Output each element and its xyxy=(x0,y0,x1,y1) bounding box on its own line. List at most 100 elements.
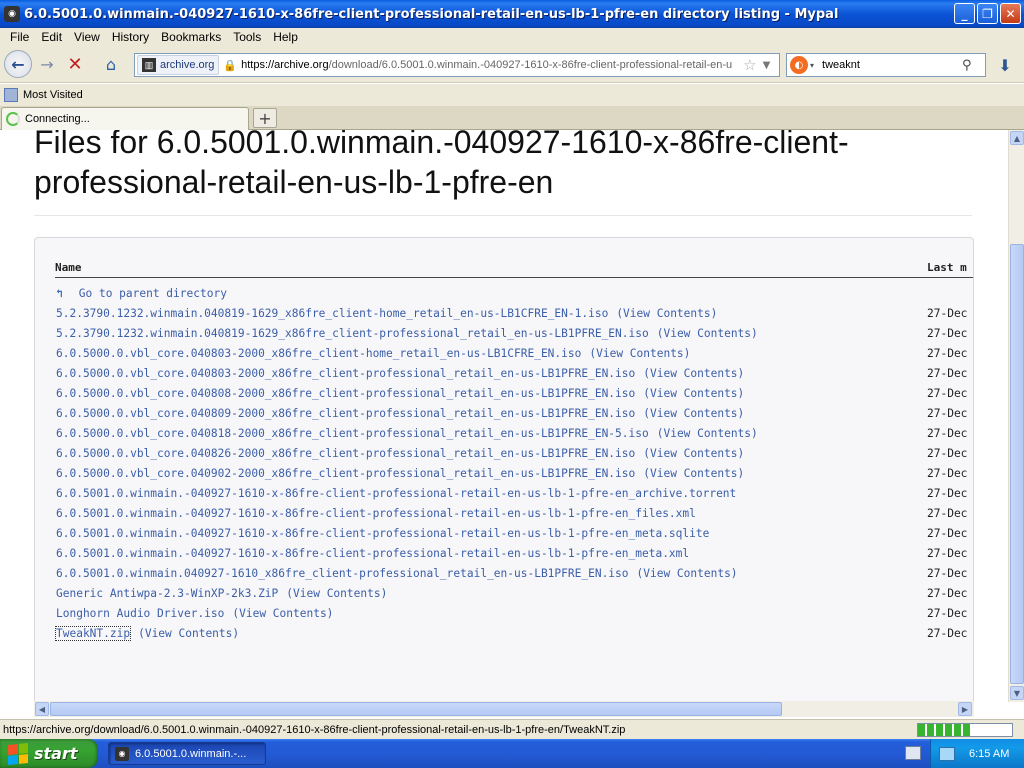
menu-bookmarks[interactable]: Bookmarks xyxy=(155,30,227,44)
site-identity-button[interactable]: ▥ archive.org xyxy=(137,55,220,75)
menu-bar: File Edit View History Bookmarks Tools H… xyxy=(0,28,1024,45)
file-link[interactable]: TweakNT.zip xyxy=(54,626,132,641)
file-row: 6.0.5000.0.vbl_core.040803-2000_x86fre_c… xyxy=(56,364,973,384)
file-date: 27-Dec xyxy=(927,387,968,400)
view-contents-link[interactable]: (View Contents) xyxy=(232,607,333,620)
menu-file[interactable]: File xyxy=(4,30,35,44)
url-bar[interactable]: ▥ archive.org 🔒 https://archive.org/down… xyxy=(134,53,780,77)
view-contents-link[interactable]: (View Contents) xyxy=(637,567,738,580)
file-row: 6.0.5001.0.winmain.-040927-1610-x-86fre-… xyxy=(56,504,973,524)
scroll-up-icon[interactable]: ▲ xyxy=(1010,131,1024,145)
engine-dropdown-icon[interactable]: ▾ xyxy=(810,61,814,70)
file-link[interactable]: 6.0.5001.0.winmain.-040927-1610-x-86fre-… xyxy=(56,547,689,560)
bookmark-most-visited[interactable]: Most Visited xyxy=(23,89,83,101)
file-link[interactable]: 6.0.5000.0.vbl_core.040809-2000_x86fre_c… xyxy=(56,407,635,420)
scroll-down-icon[interactable]: ▼ xyxy=(1010,686,1024,700)
menu-view[interactable]: View xyxy=(68,30,106,44)
windows-logo-icon xyxy=(8,742,28,765)
magnifier-icon[interactable]: ⚲ xyxy=(962,58,972,73)
view-contents-link[interactable]: (View Contents) xyxy=(643,447,744,460)
column-name-header[interactable]: Name xyxy=(55,261,82,274)
network-icon[interactable] xyxy=(939,746,955,761)
file-link[interactable]: 6.0.5000.0.vbl_core.040803-2000_x86fre_c… xyxy=(56,367,635,380)
file-row: 6.0.5000.0.vbl_core.040902-2000_x86fre_c… xyxy=(56,464,973,484)
window-title: 6.0.5001.0.winmain.-040927-1610-x-86fre-… xyxy=(24,6,839,22)
horizontal-scroll-thumb[interactable] xyxy=(50,702,782,716)
window-title-bar[interactable]: ◉ 6.0.5001.0.winmain.-040927-1610-x-86fr… xyxy=(0,0,1024,28)
bookmarks-toolbar: Most Visited xyxy=(0,84,1024,106)
clock[interactable]: 6:15 AM xyxy=(969,748,1009,760)
mypal-app-icon[interactable]: ◉ xyxy=(4,6,20,22)
star-icon[interactable]: ☆ xyxy=(743,56,756,74)
file-link[interactable]: 6.0.5000.0.vbl_core.040826-2000_x86fre_c… xyxy=(56,447,635,460)
status-bar: https://archive.org/download/6.0.5001.0.… xyxy=(0,719,1024,739)
file-link[interactable]: 6.0.5000.0.vbl_core.040818-2000_x86fre_c… xyxy=(56,427,649,440)
horizontal-scrollbar[interactable]: ◀ ▶ xyxy=(34,701,974,717)
stop-x-icon[interactable]: ✕ xyxy=(62,51,88,77)
file-link[interactable]: 5.2.3790.1232.winmain.040819-1629_x86fre… xyxy=(56,327,649,340)
download-arrow-icon[interactable]: ⬇ xyxy=(992,53,1018,77)
vertical-scroll-thumb[interactable] xyxy=(1010,244,1024,684)
file-link[interactable]: 6.0.5000.0.vbl_core.040803-2000_x86fre_c… xyxy=(56,347,581,360)
menu-help[interactable]: Help xyxy=(267,30,304,44)
file-link[interactable]: 6.0.5001.0.winmain.-040927-1610-x-86fre-… xyxy=(56,487,736,500)
menu-edit[interactable]: Edit xyxy=(35,30,68,44)
file-row: 6.0.5001.0.winmain.-040927-1610-x-86fre-… xyxy=(56,484,973,504)
file-link[interactable]: 6.0.5001.0.winmain.040927-1610_x86fre_cl… xyxy=(56,567,629,580)
loading-progress-bar xyxy=(917,723,1013,737)
file-link[interactable]: 6.0.5000.0.vbl_core.040808-2000_x86fre_c… xyxy=(56,387,635,400)
view-contents-link[interactable]: (View Contents) xyxy=(657,327,758,340)
view-contents-link[interactable]: (View Contents) xyxy=(643,367,744,380)
search-engine-icon[interactable]: ◐ xyxy=(790,56,808,74)
view-contents-link[interactable]: (View Contents) xyxy=(589,347,690,360)
view-contents-link[interactable]: (View Contents) xyxy=(286,587,387,600)
listing-rows: ↰ Go to parent directory 5.2.3790.1232.w… xyxy=(54,284,973,644)
window-controls: _ ❐ ✕ xyxy=(954,3,1021,24)
scroll-left-icon[interactable]: ◀ xyxy=(35,702,49,716)
menu-tools[interactable]: Tools xyxy=(227,30,267,44)
home-icon[interactable]: ⌂ xyxy=(98,51,124,77)
file-link[interactable]: 6.0.5000.0.vbl_core.040902-2000_x86fre_c… xyxy=(56,467,635,480)
file-link[interactable]: 6.0.5001.0.winmain.-040927-1610-x-86fre-… xyxy=(56,507,696,520)
maximize-button[interactable]: ❐ xyxy=(977,3,998,24)
new-tab-button[interactable]: + xyxy=(253,108,277,128)
file-link[interactable]: Longhorn Audio Driver.iso xyxy=(56,607,224,620)
keyboard-language-icon[interactable] xyxy=(905,746,921,760)
vertical-scrollbar[interactable]: ▲ ▼ xyxy=(1008,130,1024,702)
view-contents-link[interactable]: (View Contents) xyxy=(657,427,758,440)
scroll-right-icon[interactable]: ▶ xyxy=(958,702,972,716)
view-contents-link[interactable]: (View Contents) xyxy=(138,627,239,640)
view-contents-link[interactable]: (View Contents) xyxy=(643,467,744,480)
file-row: Longhorn Audio Driver.iso (View Contents)… xyxy=(56,604,973,624)
file-link[interactable]: Generic Antiwpa-2.3-WinXP-2k3.ZiP xyxy=(56,587,278,600)
forward-arrow-icon[interactable]: → xyxy=(34,51,60,77)
close-button[interactable]: ✕ xyxy=(1000,3,1021,24)
file-row: 6.0.5001.0.winmain.-040927-1610-x-86fre-… xyxy=(56,544,973,564)
file-row: 5.2.3790.1232.winmain.040819-1629_x86fre… xyxy=(56,324,973,344)
status-text: https://archive.org/download/6.0.5001.0.… xyxy=(3,723,626,736)
parent-directory-link[interactable]: Go to parent directory xyxy=(79,287,227,300)
taskbar-window-button[interactable]: ◉ 6.0.5001.0.winmain.-... xyxy=(108,742,266,765)
file-row: Generic Antiwpa-2.3-WinXP-2k3.ZiP (View C… xyxy=(56,584,973,604)
file-link[interactable]: 5.2.3790.1232.winmain.040819-1629_x86fre… xyxy=(56,307,608,320)
back-arrow-icon[interactable]: ← xyxy=(4,50,32,78)
start-button[interactable]: start xyxy=(0,739,98,768)
search-bar[interactable]: ◐ ▾ tweaknt ⚲ xyxy=(786,53,986,77)
url-input[interactable]: https://archive.org/download/6.0.5001.0.… xyxy=(241,59,739,71)
view-contents-link[interactable]: (View Contents) xyxy=(616,307,717,320)
view-contents-link[interactable]: (View Contents) xyxy=(643,387,744,400)
file-row: 5.2.3790.1232.winmain.040819-1629_x86fre… xyxy=(56,304,973,324)
file-row: 6.0.5000.0.vbl_core.040803-2000_x86fre_c… xyxy=(56,344,973,364)
search-input[interactable]: tweaknt xyxy=(822,59,962,71)
url-dropdown-icon[interactable]: ▼ xyxy=(763,60,771,71)
view-contents-link[interactable]: (View Contents) xyxy=(643,407,744,420)
file-link[interactable]: 6.0.5001.0.winmain.-040927-1610-x-86fre-… xyxy=(56,527,709,540)
page-content: Files for 6.0.5001.0.winmain.-040927-161… xyxy=(0,130,1008,702)
column-modified-header[interactable]: Last m xyxy=(927,261,967,274)
menu-history[interactable]: History xyxy=(106,30,155,44)
tab-current[interactable]: Connecting... xyxy=(1,107,249,130)
archive-org-logo-icon: ▥ xyxy=(142,58,156,72)
up-arrow-icon: ↰ xyxy=(56,287,63,300)
system-tray: 6:15 AM xyxy=(930,739,1024,768)
minimize-button[interactable]: _ xyxy=(954,3,975,24)
